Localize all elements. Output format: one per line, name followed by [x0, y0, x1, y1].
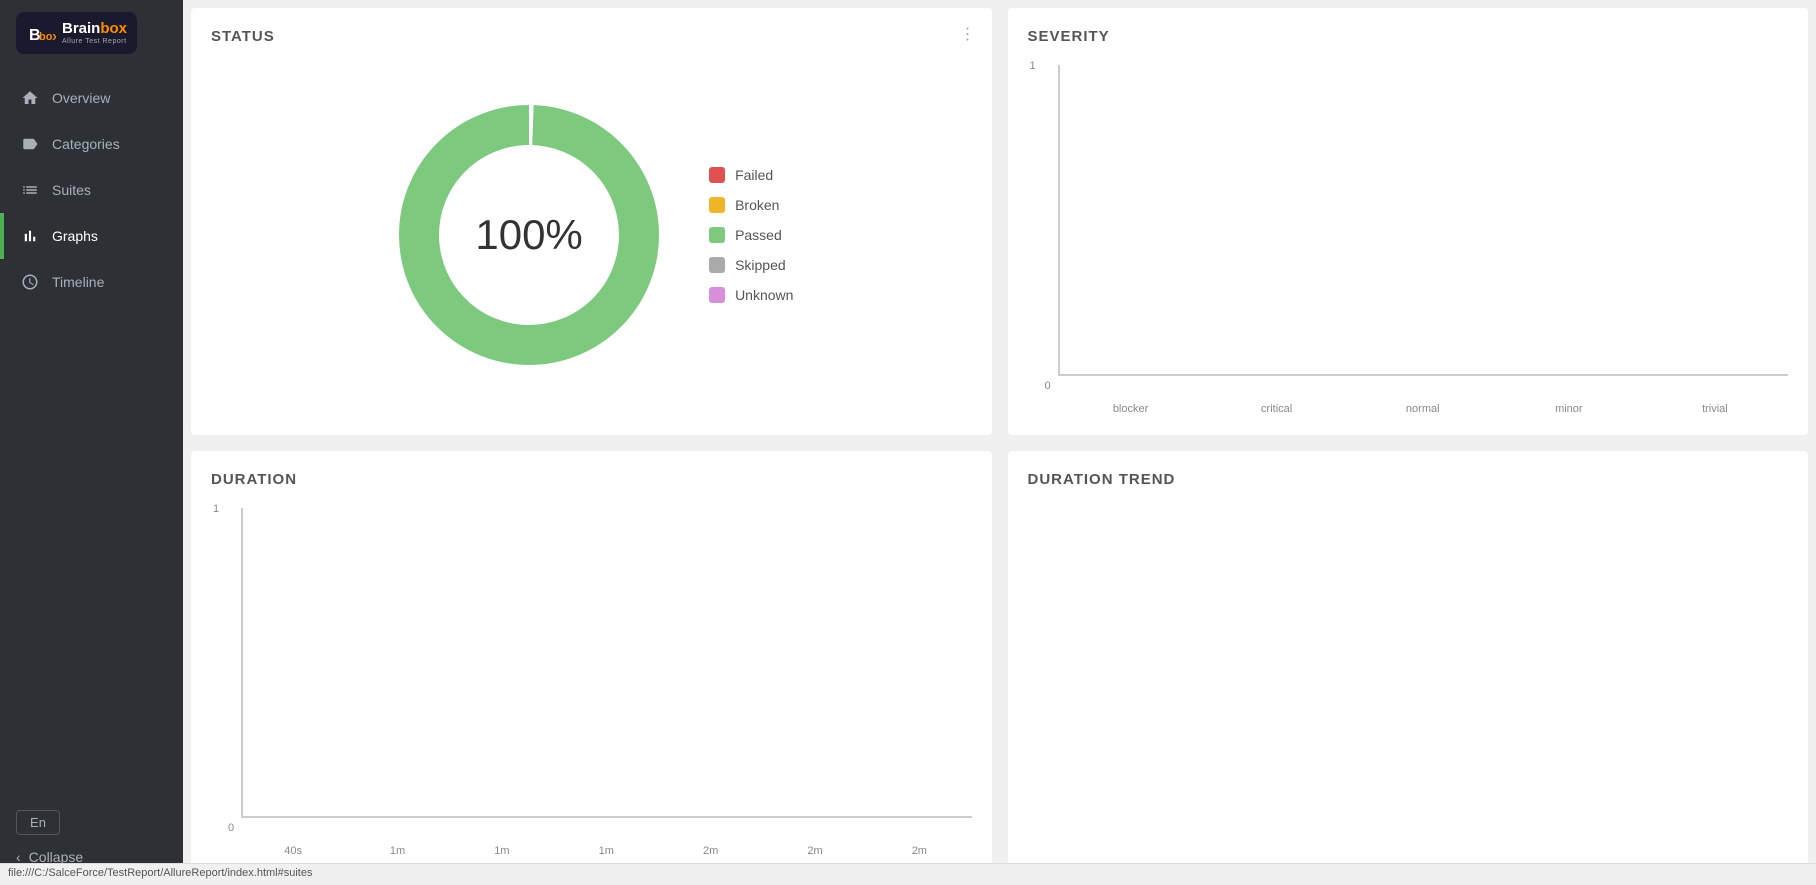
sidebar: B box Brainbox Allure Test Report Overvi… — [0, 0, 183, 885]
legend-unknown: Unknown — [709, 287, 793, 303]
home-icon — [20, 88, 40, 108]
sidebar-item-categories[interactable]: Categories — [0, 121, 183, 167]
unknown-color — [709, 287, 725, 303]
logo-icon: B box — [26, 18, 56, 48]
sidebar-item-label: Categories — [52, 136, 120, 152]
duration-y-top: 1 — [213, 503, 219, 515]
sidebar-item-timeline[interactable]: Timeline — [0, 259, 183, 305]
sidebar-item-label: Timeline — [52, 274, 104, 290]
severity-y-top: 1 — [1030, 60, 1036, 72]
broken-color — [709, 197, 725, 213]
skipped-color — [709, 257, 725, 273]
passed-color — [709, 227, 725, 243]
donut-percentage: 100% — [475, 211, 582, 259]
duration-panel: DURATION 1 0 — [191, 451, 992, 878]
clock-icon — [20, 272, 40, 292]
duration-x-3: 1m — [554, 845, 658, 857]
main-content: STATUS ⋮ 100% Failed — [183, 0, 1816, 885]
svg-text:box: box — [39, 31, 56, 43]
duration-chart-area: 1 0 — [241, 508, 972, 819]
duration-x-1: 1m — [345, 845, 449, 857]
nav-menu: Overview Categories Suites Graphs — [0, 65, 183, 794]
logo-brainbox-text: Brainbox — [62, 20, 127, 37]
duration-x-4: 2m — [658, 845, 762, 857]
status-legend: Failed Broken Passed Skipped Unknown — [709, 167, 793, 303]
url-bar: file:///C:/SalceForce/TestReport/AllureR… — [0, 863, 1816, 885]
sidebar-item-label: Overview — [52, 90, 110, 106]
passed-label: Passed — [735, 227, 782, 243]
x-label-normal: normal — [1350, 403, 1496, 415]
url-text: file:///C:/SalceForce/TestReport/AllureR… — [8, 867, 312, 879]
duration-x-labels: 40s 1m 1m 1m 2m 2m 2m — [241, 845, 972, 857]
severity-x-labels: blocker critical normal minor trivial — [1058, 403, 1789, 415]
x-label-blocker: blocker — [1058, 403, 1204, 415]
status-content: 100% Failed Broken Passed Skipp — [211, 55, 972, 415]
panel-menu-icon[interactable]: ⋮ — [960, 24, 976, 44]
logo-area: B box Brainbox Allure Test Report — [0, 0, 183, 65]
duration-y-bottom: 0 — [228, 822, 234, 834]
sidebar-item-label: Graphs — [52, 228, 98, 244]
list-icon — [20, 180, 40, 200]
broken-label: Broken — [735, 197, 779, 213]
severity-y-bottom: 0 — [1045, 380, 1051, 392]
failed-label: Failed — [735, 167, 773, 183]
status-panel: STATUS ⋮ 100% Failed — [191, 8, 992, 435]
duration-x-5: 2m — [763, 845, 867, 857]
x-label-critical: critical — [1204, 403, 1350, 415]
legend-passed: Passed — [709, 227, 793, 243]
sidebar-item-suites[interactable]: Suites — [0, 167, 183, 213]
language-button[interactable]: En — [16, 810, 60, 835]
legend-skipped: Skipped — [709, 257, 793, 273]
duration-title: DURATION — [211, 471, 972, 488]
severity-title: SEVERITY — [1028, 28, 1789, 45]
logo[interactable]: B box Brainbox Allure Test Report — [16, 12, 137, 54]
duration-trend-title: DURATION TREND — [1028, 471, 1789, 488]
unknown-label: Unknown — [735, 287, 793, 303]
tag-icon — [20, 134, 40, 154]
severity-chart: 1 0 — [1028, 55, 1789, 415]
duration-x-0: 40s — [241, 845, 345, 857]
severity-bars — [1060, 65, 1789, 374]
duration-x-2: 1m — [450, 845, 554, 857]
failed-color — [709, 167, 725, 183]
donut-chart: 100% — [389, 95, 669, 375]
legend-failed: Failed — [709, 167, 793, 183]
x-label-minor: minor — [1496, 403, 1642, 415]
skipped-label: Skipped — [735, 257, 786, 273]
status-title: STATUS — [211, 28, 972, 45]
duration-trend-panel: DURATION TREND — [1008, 451, 1809, 878]
logo-subtitle: Allure Test Report — [62, 38, 127, 45]
x-label-trivial: trivial — [1642, 403, 1788, 415]
sidebar-item-overview[interactable]: Overview — [0, 75, 183, 121]
severity-chart-area: 1 0 — [1058, 65, 1789, 376]
sidebar-item-label: Suites — [52, 182, 91, 198]
duration-x-6: 2m — [867, 845, 971, 857]
duration-bars — [243, 508, 972, 817]
sidebar-item-graphs[interactable]: Graphs — [0, 213, 183, 259]
legend-broken: Broken — [709, 197, 793, 213]
bar-chart-icon — [20, 226, 40, 246]
severity-panel: SEVERITY 1 0 — [1008, 8, 1809, 435]
